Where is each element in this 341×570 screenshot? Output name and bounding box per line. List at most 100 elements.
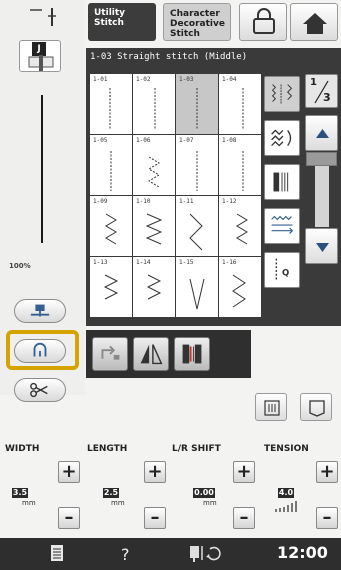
tab-character-stitch[interactable]: Character Decorative Stitch [163, 3, 231, 41]
length-plus-button[interactable]: + [144, 461, 166, 483]
auto-reverse-button[interactable] [92, 337, 128, 371]
width-minus-button[interactable]: – [58, 507, 80, 529]
width-plus-button[interactable]: + [58, 461, 80, 483]
stitch-cell[interactable]: 1-16 [219, 257, 261, 317]
home-icon [303, 13, 327, 34]
stitch-pattern-icon [110, 151, 112, 191]
stitch-pattern-icon [196, 88, 198, 130]
stitch-pattern-icon [154, 88, 156, 130]
scroll-thumb[interactable] [306, 152, 337, 166]
tab-utility-stitch[interactable]: Utility Stitch [88, 3, 156, 41]
stitch-cell[interactable]: 1-04 [219, 74, 261, 134]
scissors-icon [30, 382, 48, 398]
arrow-down-icon [316, 243, 329, 252]
foot-shape-icon [28, 55, 54, 71]
stitch-cell[interactable]: 1-06 [133, 135, 175, 195]
tension-label: TENSION [264, 444, 309, 454]
length-value: 2.5 [103, 488, 119, 498]
shift-unit: mm [203, 499, 217, 507]
stitch-cell[interactable]: 1-14 [133, 257, 175, 317]
category-utility-button[interactable] [264, 76, 300, 112]
lock-icon [253, 8, 275, 34]
satin-stitch-icon [273, 172, 289, 192]
stitch-pattern-icon [196, 151, 198, 191]
stitch-pattern-icon [145, 213, 163, 245]
home-button[interactable] [290, 3, 338, 41]
category-quilt-button[interactable] [264, 120, 300, 156]
tension-plus-button[interactable]: + [316, 461, 338, 483]
page-total: 3 [323, 91, 331, 104]
stitch-cell[interactable]: 1-13 [90, 257, 132, 317]
width-value: 3.5 [12, 488, 28, 498]
scroll-up-button[interactable] [305, 115, 338, 151]
shift-label: L/R SHIFT [172, 444, 221, 454]
stitch-cell[interactable]: 1-08 [219, 135, 261, 195]
stitch-cell[interactable]: 1-02 [133, 74, 175, 134]
length-unit: mm [111, 499, 125, 507]
category-q-button[interactable]: Q [264, 252, 300, 288]
tension-bars-icon [275, 501, 297, 512]
stitch-pattern-icon [105, 213, 117, 245]
tab-utility-label: Utility Stitch [94, 8, 126, 28]
tension-value: 4.0 [278, 488, 294, 498]
stitch-q-icon: Q [275, 258, 289, 282]
stitch-cell[interactable]: 1-15 [176, 257, 218, 317]
stitch-cell[interactable]: 1-07 [176, 135, 218, 195]
memory-button[interactable] [300, 393, 332, 421]
memory-icon [309, 400, 325, 417]
stitch-grid: 1-01 1-02 1-03 1-04 1-05 1-06 1-07 1-08 1-09 1-10… [89, 73, 261, 317]
stitch-pattern-icon [242, 151, 244, 191]
svg-text:Q: Q [282, 269, 289, 279]
stitch-cell[interactable]: 1-05 [90, 135, 132, 195]
width-label: WIDTH [5, 444, 40, 454]
twin-needle-icon [182, 344, 202, 364]
presser-foot-icon[interactable]: J [19, 40, 61, 72]
page-indicator: 1 3 [305, 74, 338, 108]
stitch-cell[interactable]: 1-10 [133, 196, 175, 256]
mirror-icon [140, 344, 163, 365]
stitch-cell[interactable]: 1-12 [219, 196, 261, 256]
stitch-pattern-icon [109, 88, 111, 130]
stitch-cell[interactable]: 1-03 [176, 74, 218, 134]
stitch-pattern-icon [236, 213, 248, 245]
stitch-pattern-icon [189, 278, 205, 310]
image-icon [264, 400, 280, 416]
utility-stitch-icon [271, 84, 293, 104]
manual-icon[interactable] [50, 544, 64, 562]
stitch-preview-line [41, 95, 43, 243]
category-buttonhole-button[interactable] [264, 208, 300, 244]
length-label: LENGTH [87, 444, 128, 454]
quilt-stitch-icon [271, 129, 292, 147]
tab-character-label: Character Decorative Stitch [170, 9, 225, 39]
shift-minus-button[interactable]: – [233, 507, 255, 529]
stitch-cell[interactable]: 1-09 [90, 196, 132, 256]
needle-position-icon [30, 8, 56, 26]
presser-foot-letter: J [32, 42, 46, 56]
thread-cutter-button[interactable] [14, 378, 66, 402]
shift-plus-button[interactable]: + [233, 461, 255, 483]
scroll-down-button[interactable] [305, 228, 338, 264]
auto-reverse-icon [101, 345, 120, 360]
help-button[interactable]: ? [121, 545, 130, 564]
stitch-pattern-icon [242, 88, 244, 130]
panel-title: 1-03 Straight stitch (Middle) [90, 52, 248, 62]
sewing-foot-icon [30, 304, 50, 317]
stitch-pattern-icon [103, 274, 119, 300]
sewing-foot-button[interactable] [14, 299, 66, 323]
shift-value: 0.00 [193, 488, 215, 498]
category-satin-button[interactable] [264, 164, 300, 200]
twin-needle-button[interactable] [174, 337, 210, 371]
image-button[interactable] [255, 393, 287, 421]
stitch-cell[interactable]: 1-01 [90, 74, 132, 134]
stitch-pattern-icon [148, 156, 160, 188]
bobbin-icon[interactable] [188, 543, 232, 563]
buttonhole-stitch-icon [271, 215, 294, 234]
length-minus-button[interactable]: – [144, 507, 166, 529]
lock-button[interactable] [239, 3, 287, 41]
tension-minus-button[interactable]: – [316, 507, 338, 529]
stitch-pattern-icon [146, 274, 162, 300]
stitch-cell[interactable]: 1-11 [176, 196, 218, 256]
mirror-button[interactable] [133, 337, 169, 371]
stitch-pattern-icon [189, 213, 203, 251]
width-unit: mm [22, 499, 36, 507]
